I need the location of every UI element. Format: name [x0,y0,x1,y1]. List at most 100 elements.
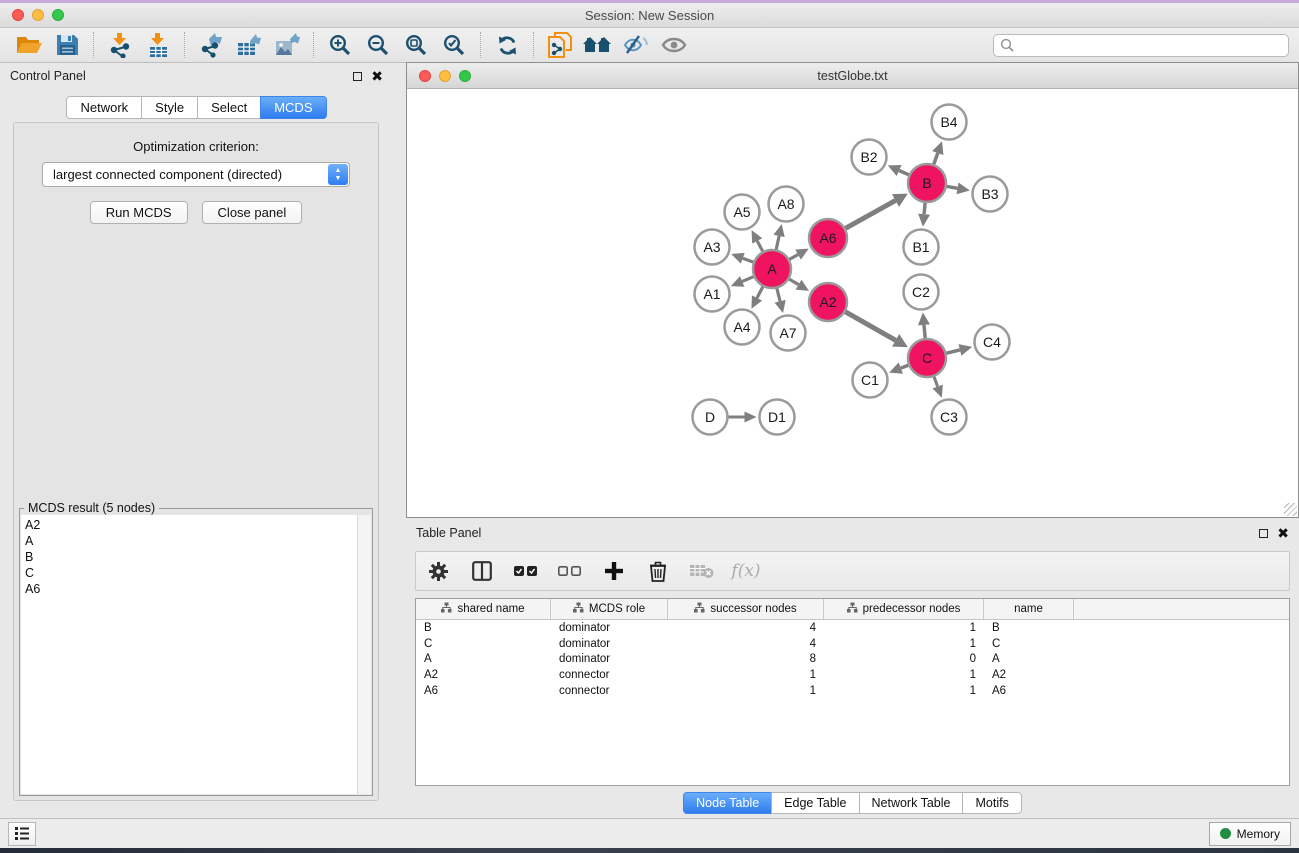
node-table[interactable]: shared nameMCDS rolesuccessor nodesprede… [415,598,1290,786]
edge-A2-C[interactable] [845,312,895,340]
deselect-all-columns-icon[interactable] [558,558,582,584]
memory-button[interactable]: Memory [1209,822,1291,846]
edge-C-C1[interactable] [901,365,909,368]
edge-A-A8[interactable] [776,236,779,249]
create-column-icon[interactable] [602,558,626,584]
table-cell[interactable]: 1 [824,669,984,681]
zoom-fit-icon[interactable] [397,30,435,60]
table-cell[interactable]: 1 [668,669,824,681]
edge-A6-B[interactable] [845,200,895,228]
zoom-in-icon[interactable] [321,30,359,60]
table-cell[interactable]: connector [551,685,668,697]
edge-B-B3[interactable] [947,186,958,188]
criterion-select[interactable]: largest connected component (directed) ▲… [42,162,350,187]
table-tab-node-table[interactable]: Node Table [683,792,772,814]
float-panel-icon[interactable] [353,72,362,81]
edge-A-A5[interactable] [757,241,762,251]
select-all-columns-icon[interactable] [514,558,538,584]
table-cell[interactable]: 1 [824,638,984,650]
table-cell[interactable]: C [416,638,551,650]
run-mcds-button[interactable]: Run MCDS [90,201,188,224]
edge-A-A4[interactable] [757,287,763,298]
edge-C-C3[interactable] [934,377,938,387]
table-row[interactable]: A6connector11A6 [416,683,1289,699]
edge-A-A3[interactable] [743,258,754,262]
close-panel-icon[interactable]: ✖ [371,71,383,81]
table-cell[interactable]: dominator [551,653,668,665]
table-row[interactable]: Cdominator41C [416,636,1289,652]
table-cell[interactable]: 8 [668,653,824,665]
column-header-predecessor-nodes[interactable]: predecessor nodes [824,599,984,619]
table-cell[interactable]: A2 [416,669,551,681]
column-header-successor-nodes[interactable]: successor nodes [668,599,824,619]
tab-mcds[interactable]: MCDS [260,96,326,119]
tab-network[interactable]: Network [66,96,142,119]
table-cell[interactable]: 4 [668,638,824,650]
table-cell[interactable]: 1 [824,685,984,697]
close-panel-button[interactable]: Close panel [202,201,303,224]
table-cell[interactable]: 4 [668,622,824,634]
table-row[interactable]: Adominator80A [416,652,1289,668]
mcds-result-item[interactable]: A2 [21,517,357,533]
column-header-shared-name[interactable]: shared name [416,599,551,619]
mcds-result-list[interactable]: A2ABCA6 [21,515,357,794]
column-header-MCDS-role[interactable]: MCDS role [551,599,668,619]
network-canvas[interactable]: B4B2BB3A8A5A6A3B1AC2A1A2A4A7C4CC1C3DD1 [407,89,1298,517]
close-table-panel-icon[interactable]: ✖ [1277,528,1289,538]
mcds-result-item[interactable]: B [21,549,357,565]
import-network-icon[interactable] [101,30,139,60]
home-icon[interactable] [579,30,617,60]
zoom-out-icon[interactable] [359,30,397,60]
network-graph[interactable]: B4B2BB3A8A5A6A3B1AC2A1A2A4A7C4CC1C3DD1 [407,89,1298,517]
mcds-result-item[interactable]: A6 [21,581,357,597]
delete-columns-trash-icon[interactable] [646,558,670,584]
table-cell[interactable]: A [416,653,551,665]
table-cell[interactable]: 1 [824,622,984,634]
export-image-icon[interactable] [268,30,306,60]
table-cell[interactable]: dominator [551,622,668,634]
network-from-clipboard-icon[interactable] [541,30,579,60]
edge-A-A6[interactable] [789,255,798,260]
column-header-name[interactable]: name [984,599,1074,619]
edge-B-B2[interactable] [899,170,909,174]
tab-select[interactable]: Select [197,96,261,119]
export-table-icon[interactable] [230,30,268,60]
search-input[interactable] [993,34,1289,57]
main-titlebar[interactable]: Session: New Session [0,3,1299,28]
edge-C-C4[interactable] [946,350,960,353]
mcds-result-item[interactable]: C [21,565,357,581]
edge-A-A1[interactable] [742,277,753,282]
table-row[interactable]: Bdominator41B [416,620,1289,636]
tab-style[interactable]: Style [141,96,198,119]
save-session-icon[interactable] [48,30,86,60]
table-cell[interactable]: A [984,653,1074,665]
split-panel-icon[interactable] [470,558,494,584]
import-table-icon[interactable] [139,30,177,60]
edge-B-B1[interactable] [924,203,925,214]
hide-annotations-icon[interactable] [617,30,655,60]
open-session-icon[interactable] [10,30,48,60]
table-tab-motifs[interactable]: Motifs [962,792,1021,814]
table-row[interactable]: A2connector11A2 [416,667,1289,683]
table-cell[interactable]: A2 [984,669,1074,681]
table-tab-network-table[interactable]: Network Table [859,792,964,814]
table-tab-edge-table[interactable]: Edge Table [771,792,859,814]
mcds-result-item[interactable]: A [21,533,357,549]
result-scrollbar[interactable] [357,515,371,794]
settings-gear-icon[interactable] [426,558,450,584]
task-history-button[interactable] [8,822,36,846]
network-window-titlebar[interactable]: testGlobe.txt [407,63,1298,89]
edge-C-C2[interactable] [924,325,925,338]
export-network-icon[interactable] [192,30,230,60]
table-cell[interactable]: 0 [824,653,984,665]
edge-A-A2[interactable] [789,279,798,284]
resize-grip[interactable] [1284,503,1297,516]
table-cell[interactable]: B [984,622,1074,634]
table-cell[interactable]: connector [551,669,668,681]
refresh-icon[interactable] [488,30,526,60]
zoom-selected-icon[interactable] [435,30,473,60]
edge-B-B4[interactable] [934,153,938,164]
table-cell[interactable]: C [984,638,1074,650]
table-cell[interactable]: dominator [551,638,668,650]
show-graphics-details-icon[interactable] [655,30,693,60]
